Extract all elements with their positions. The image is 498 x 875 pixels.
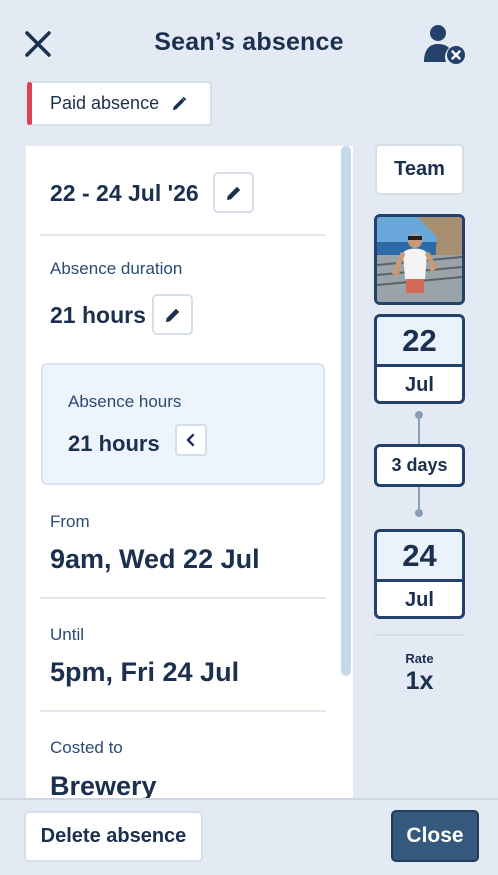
duration-label: Absence duration [50, 259, 183, 278]
rate-label: Rate [405, 651, 434, 666]
hours-value: 21 hours [68, 431, 160, 456]
costed-label: Costed to [50, 738, 123, 757]
timeline-connector [418, 415, 420, 444]
footer-divider [0, 798, 498, 800]
date-range: 22 - 24 Jul '26 [50, 180, 199, 206]
start-month: Jul [377, 364, 462, 401]
team-button[interactable]: Team [375, 144, 464, 195]
start-day: 22 [377, 317, 462, 364]
duration-value: 21 hours [50, 302, 146, 328]
duration-days-pill: 3 days [374, 444, 465, 487]
absence-type-chip[interactable]: Paid absence [27, 81, 212, 126]
avatar [374, 214, 465, 305]
divider [40, 597, 326, 599]
end-date-card: 24 Jul [374, 529, 465, 619]
from-value: 9am, Wed 22 Jul [50, 544, 260, 574]
until-value: 5pm, Fri 24 Jul [50, 657, 240, 687]
rate-value: 1x [405, 667, 434, 695]
scrollbar[interactable] [341, 146, 351, 676]
from-label: From [50, 512, 90, 531]
divider [40, 234, 326, 236]
costed-value: Brewery [50, 771, 157, 800]
collapse-hours-button[interactable] [175, 424, 207, 456]
pencil-icon [165, 308, 179, 322]
absence-hours-box: Absence hours 21 hours [41, 363, 325, 485]
absence-type-label: Paid absence [50, 93, 160, 113]
end-day: 24 [377, 532, 462, 579]
divider [374, 634, 465, 636]
end-month: Jul [377, 579, 462, 616]
until-label: Until [50, 625, 85, 644]
edit-dates-button[interactable] [213, 172, 254, 213]
chevron-left-icon [186, 433, 195, 447]
close-button[interactable]: Close [391, 810, 479, 862]
timeline-dot [415, 509, 423, 517]
pencil-icon [226, 186, 240, 200]
divider [40, 710, 326, 712]
edit-duration-button[interactable] [152, 294, 193, 335]
start-date-card: 22 Jul [374, 314, 465, 404]
absence-details-panel[interactable]: 22 - 24 Jul '26 Absence duration 21 hour… [26, 146, 353, 800]
remove-user-icon[interactable] [420, 22, 468, 66]
pencil-icon [173, 96, 187, 110]
hours-label: Absence hours [68, 392, 182, 411]
delete-absence-button[interactable]: Delete absence [24, 811, 203, 862]
